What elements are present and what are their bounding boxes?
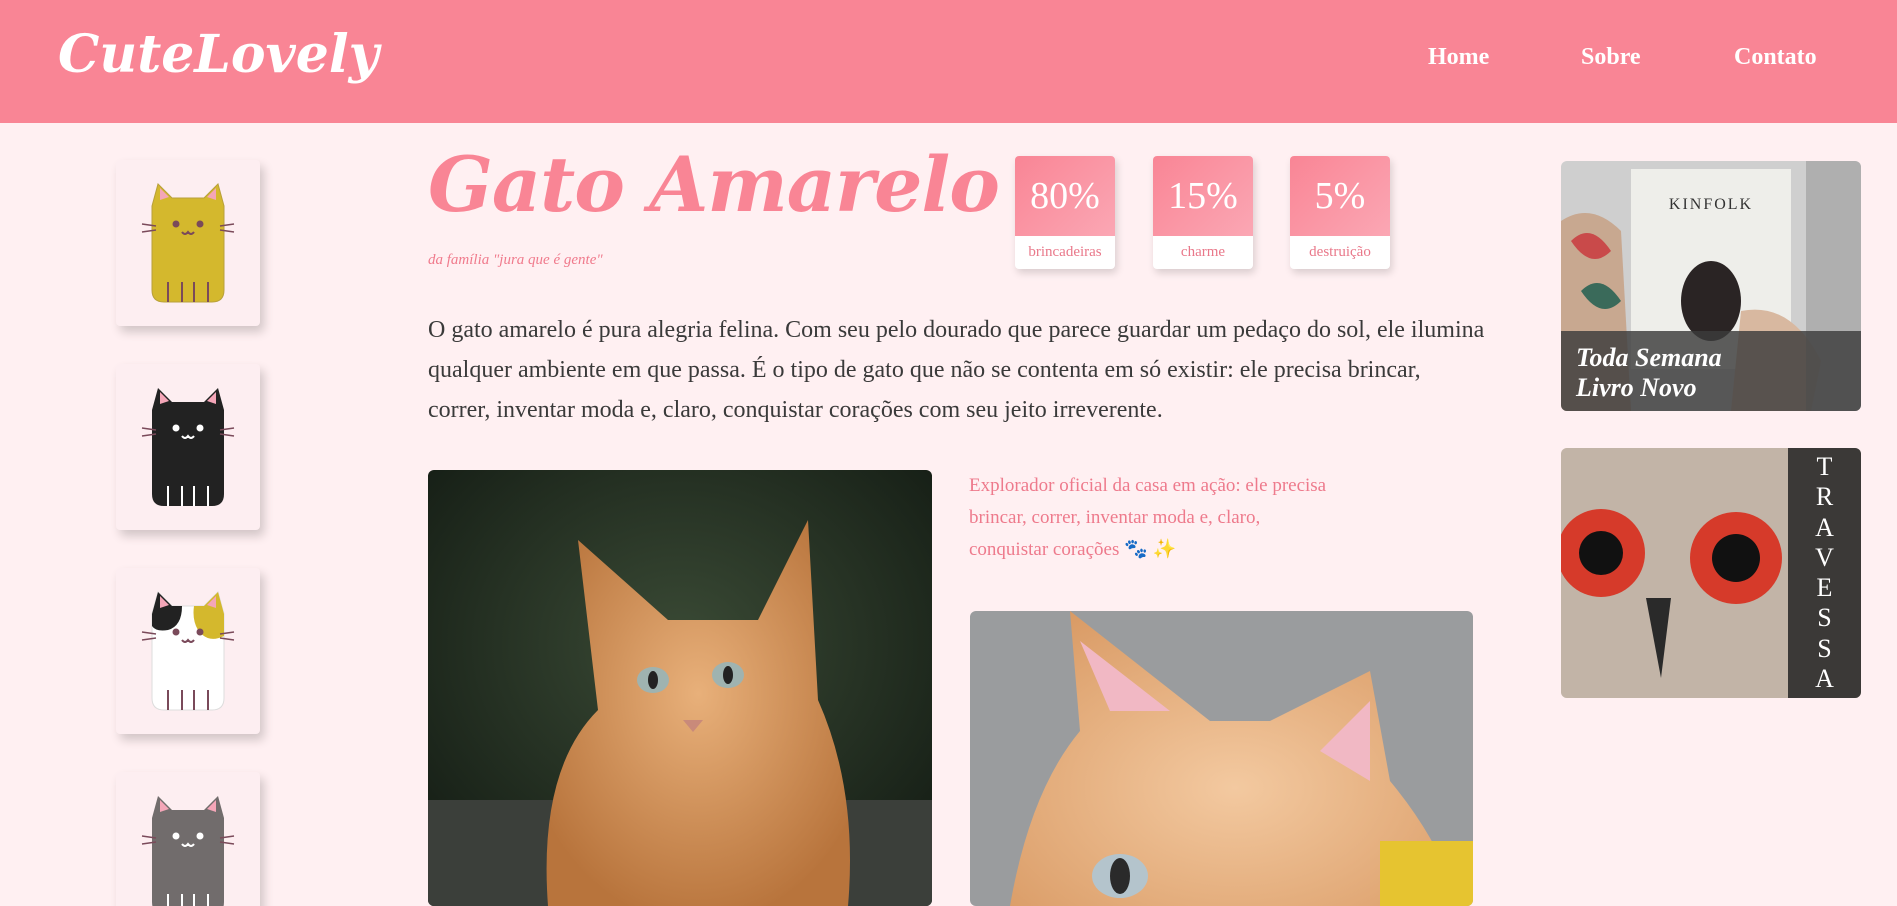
ad-livro-novo-text: Toda Semana Livro Novo — [1561, 331, 1861, 411]
magazine-title: KINFOLK — [1669, 196, 1753, 213]
ad-letter: T — [1816, 452, 1833, 482]
ad-travessa[interactable]: T R A V E S S A — [1561, 448, 1861, 698]
ad-letter: V — [1815, 542, 1834, 572]
stat-destruicao: 5% destruição — [1290, 156, 1390, 269]
stat-label: charme — [1180, 244, 1226, 260]
ad-letter: S — [1817, 603, 1832, 633]
cat-card-calico[interactable] — [116, 568, 260, 734]
gray-cat-icon — [141, 796, 235, 906]
site-header: CuteLovely Home Sobre Contato — [0, 0, 1897, 123]
black-cat-icon — [141, 388, 235, 506]
yellow-cat-icon — [141, 183, 235, 303]
nav-sobre[interactable]: Sobre — [1581, 44, 1641, 71]
ad-letter: R — [1815, 482, 1834, 512]
intro-paragraph: O gato amarelo é pura alegria felina. Co… — [428, 317, 1485, 423]
stat-label: destruição — [1309, 244, 1371, 260]
photo-caption: Explorador oficial da casa em ação: ele … — [969, 475, 1327, 560]
kitten-photo-1 — [428, 470, 932, 906]
ad-letter: S — [1817, 633, 1832, 663]
nav-contato[interactable]: Contato — [1734, 44, 1817, 71]
cat-card-black[interactable] — [116, 364, 260, 530]
kitten-photo-2 — [970, 611, 1473, 906]
stat-label: brincadeiras — [1028, 244, 1102, 260]
stat-value: 80% — [1015, 156, 1115, 236]
cat-card-gray[interactable] — [116, 772, 260, 906]
stat-charme: 15% charme — [1153, 156, 1253, 269]
ad-letter: A — [1815, 663, 1834, 693]
ad-letter: E — [1816, 573, 1833, 603]
ad-line-1: Toda Semana — [1576, 343, 1722, 372]
ad-travessa-vertical-text: T R A V E S S A — [1788, 448, 1861, 698]
stat-brincadeiras: 80% brincadeiras — [1015, 156, 1115, 269]
cat-card-yellow[interactable] — [116, 160, 260, 326]
site-logo[interactable]: CuteLovely — [58, 24, 379, 85]
page-title: Gato Amarelo — [428, 140, 1000, 229]
nav-home[interactable]: Home — [1428, 44, 1489, 71]
calico-cat-icon — [141, 591, 235, 711]
stat-value: 15% — [1153, 156, 1253, 236]
stat-value: 5% — [1290, 156, 1390, 236]
ad-line-2: Livro Novo — [1576, 373, 1697, 402]
page-subtitle: da família "jura que é gente" — [428, 252, 603, 268]
ad-letter: A — [1815, 512, 1834, 542]
ad-livro-novo[interactable]: KINFOLK Toda Semana Livro Novo — [1561, 161, 1861, 411]
